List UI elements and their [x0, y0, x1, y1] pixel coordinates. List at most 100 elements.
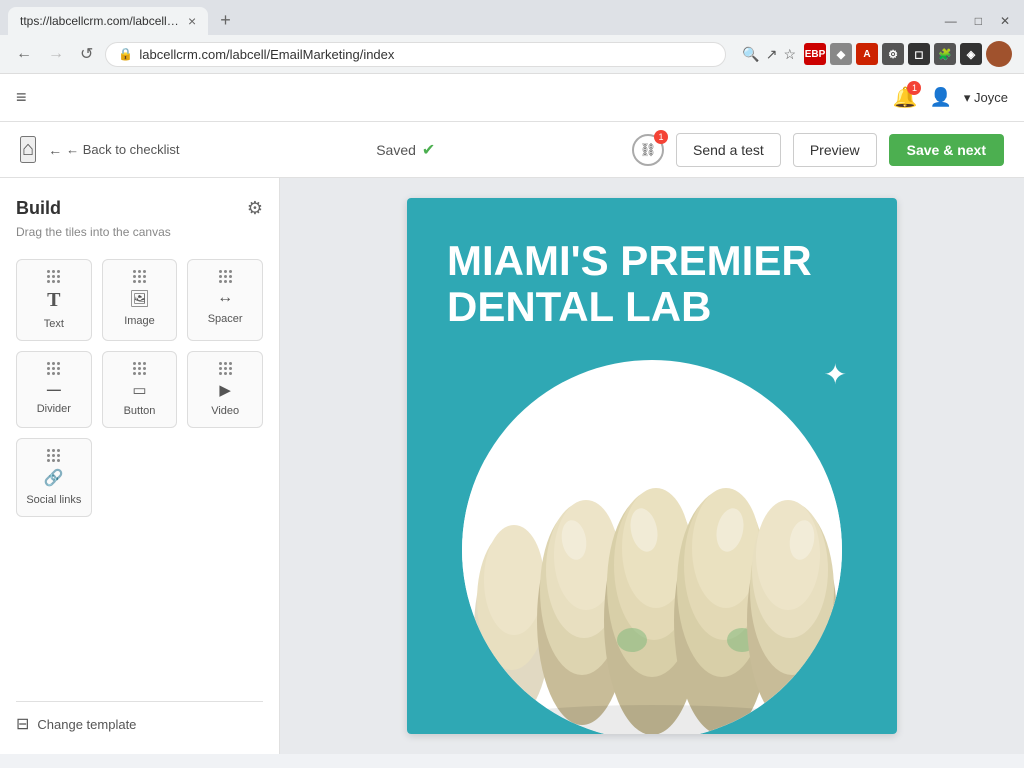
- extension-icons: EBP ◆ A ⚙ ◻ 🧩 ◈: [804, 41, 1012, 67]
- topbar-right: 🔔 1 👤 ▾ Joyce: [893, 85, 1008, 110]
- ext-gear: ⚙: [882, 43, 904, 65]
- address-bar: ← → ↺ 🔒 labcellcrm.com/labcell/EmailMark…: [0, 35, 1024, 73]
- saved-checkmark-icon: ✔: [422, 140, 435, 160]
- sidebar: Build ⚙ Drag the tiles into the canvas T…: [0, 178, 280, 754]
- saved-text: Saved: [376, 142, 416, 158]
- back-nav-button[interactable]: ←: [12, 43, 36, 65]
- save-next-button[interactable]: Save & next: [889, 134, 1004, 166]
- app-container: ≡ 🔔 1 👤 ▾ Joyce ⌂ ← ← Back to checklist …: [0, 74, 1024, 754]
- new-tab-button[interactable]: +: [212, 6, 239, 35]
- close-button[interactable]: ✕: [994, 12, 1016, 30]
- tile-social-links[interactable]: 🔗 Social links: [16, 438, 92, 517]
- user-label[interactable]: ▾ Joyce: [964, 90, 1008, 106]
- tiles-grid: T Text 🖼 Image: [16, 259, 263, 428]
- hamburger-menu[interactable]: ≡: [16, 87, 27, 108]
- tile-image-dots: [133, 270, 146, 283]
- maximize-button[interactable]: □: [969, 12, 988, 30]
- tile-video-dots: [219, 362, 232, 375]
- sidebar-subtitle: Drag the tiles into the canvas: [16, 225, 263, 239]
- ext-box: ◻: [908, 43, 930, 65]
- change-template-button[interactable]: ⊟ Change template: [16, 714, 263, 734]
- sidebar-title: Build: [16, 198, 61, 219]
- tile-text[interactable]: T Text: [16, 259, 92, 341]
- button-tile-icon: ▭: [132, 381, 146, 399]
- back-arrow-icon: ←: [48, 142, 62, 158]
- back-to-checklist-link[interactable]: ← ← Back to checklist: [48, 142, 179, 158]
- change-template-icon: ⊟: [16, 714, 29, 734]
- social-tile-label: Social links: [26, 494, 81, 506]
- white-circle-bg: [462, 360, 842, 734]
- tile-spacer[interactable]: ↔ Spacer: [187, 259, 263, 341]
- headline-line2: DENTAL LAB: [447, 283, 711, 330]
- social-tile-icon: 🔗: [44, 468, 64, 488]
- notification-bell[interactable]: 🔔 1: [893, 85, 918, 110]
- tile-social-dots: [47, 449, 60, 462]
- bell-badge: 1: [907, 81, 921, 95]
- spacer-tile-label: Spacer: [208, 313, 243, 325]
- headline-line1: MIAMI'S PREMIER: [447, 237, 812, 284]
- app-topbar: ≡ 🔔 1 👤 ▾ Joyce: [0, 74, 1024, 122]
- teeth-svg: [462, 460, 842, 734]
- back-link-text: ← Back to checklist: [66, 142, 179, 157]
- tile-divider[interactable]: — Divider: [16, 351, 92, 428]
- browser-chrome: ttps://labcellcrm.com/labcell/E... × + —…: [0, 0, 1024, 74]
- lock-icon: 🔒: [118, 47, 133, 61]
- preview-button[interactable]: Preview: [793, 133, 877, 167]
- divider-tile-label: Divider: [37, 403, 71, 415]
- image-tile-icon: 🖼: [129, 289, 149, 309]
- sidebar-bottom: ⊟ Change template: [16, 701, 263, 734]
- video-tile-icon: ▶: [219, 381, 231, 399]
- user-icon: 👤: [929, 87, 951, 108]
- tile-spacer-dots: [219, 270, 232, 283]
- text-tile-label: Text: [44, 318, 64, 330]
- canvas-area: MIAMI'S PREMIER DENTAL LAB ✦: [280, 178, 1024, 754]
- tile-divider-dots: [47, 362, 60, 375]
- profile-avatar[interactable]: [986, 41, 1012, 67]
- tile-button[interactable]: ▭ Button: [102, 351, 178, 428]
- email-headline: MIAMI'S PREMIER DENTAL LAB: [447, 238, 857, 330]
- url-text: labcellcrm.com/labcell/EmailMarketing/in…: [139, 47, 713, 62]
- ext-puzzle: 🧩: [934, 43, 956, 65]
- email-header-section: MIAMI'S PREMIER DENTAL LAB ✦: [407, 198, 897, 734]
- counter-badge: 1: [654, 130, 668, 144]
- saved-indicator: Saved ✔: [376, 140, 435, 160]
- toolbar: ⌂ ← ← Back to checklist Saved ✔ ⛓ 1 Send…: [0, 122, 1024, 178]
- window-controls: — □ ✕: [939, 12, 1016, 30]
- refresh-button[interactable]: ↺: [76, 42, 97, 66]
- sidebar-header: Build ⚙: [16, 198, 263, 219]
- tile-text-dots: [47, 270, 60, 283]
- minimize-button[interactable]: —: [939, 12, 963, 30]
- divider-tile-icon: —: [47, 381, 61, 397]
- send-test-button[interactable]: Send a test: [676, 133, 781, 167]
- active-tab[interactable]: ttps://labcellcrm.com/labcell/E... ×: [8, 7, 208, 35]
- single-tile-row: 🔗 Social links: [16, 438, 263, 517]
- button-tile-label: Button: [124, 405, 156, 417]
- tile-button-dots: [133, 362, 146, 375]
- sidebar-settings-icon[interactable]: ⚙: [247, 198, 263, 219]
- address-icons: 🔍 ↗ ☆: [742, 46, 796, 63]
- teeth-illustration-container: [407, 360, 897, 734]
- video-tile-label: Video: [211, 405, 239, 417]
- ext-acrobat: A: [856, 43, 878, 65]
- tab-bar: ttps://labcellcrm.com/labcell/E... × + —…: [0, 0, 1024, 35]
- spacer-tile-icon: ↔: [217, 289, 233, 307]
- tab-close-button[interactable]: ×: [188, 13, 196, 29]
- ext-ebp: EBP: [804, 43, 826, 65]
- home-button[interactable]: ⌂: [20, 136, 36, 163]
- image-tile-label: Image: [124, 315, 155, 327]
- share-icon[interactable]: ↗: [766, 46, 778, 63]
- change-template-label: Change template: [37, 717, 136, 732]
- tile-video[interactable]: ▶ Video: [187, 351, 263, 428]
- main-content: Build ⚙ Drag the tiles into the canvas T…: [0, 178, 1024, 754]
- tile-image[interactable]: 🖼 Image: [102, 259, 178, 341]
- ext-1: ◆: [830, 43, 852, 65]
- text-tile-icon: T: [47, 289, 60, 312]
- tab-title: ttps://labcellcrm.com/labcell/E...: [20, 14, 180, 28]
- url-box[interactable]: 🔒 labcellcrm.com/labcell/EmailMarketing/…: [105, 42, 726, 67]
- email-canvas: MIAMI'S PREMIER DENTAL LAB ✦: [407, 198, 897, 734]
- link-counter-button[interactable]: ⛓ 1: [632, 134, 664, 166]
- bookmark-icon[interactable]: ☆: [783, 46, 796, 63]
- search-icon[interactable]: 🔍: [742, 46, 759, 63]
- ext-chrome: ◈: [960, 43, 982, 65]
- forward-nav-button[interactable]: →: [44, 43, 68, 65]
